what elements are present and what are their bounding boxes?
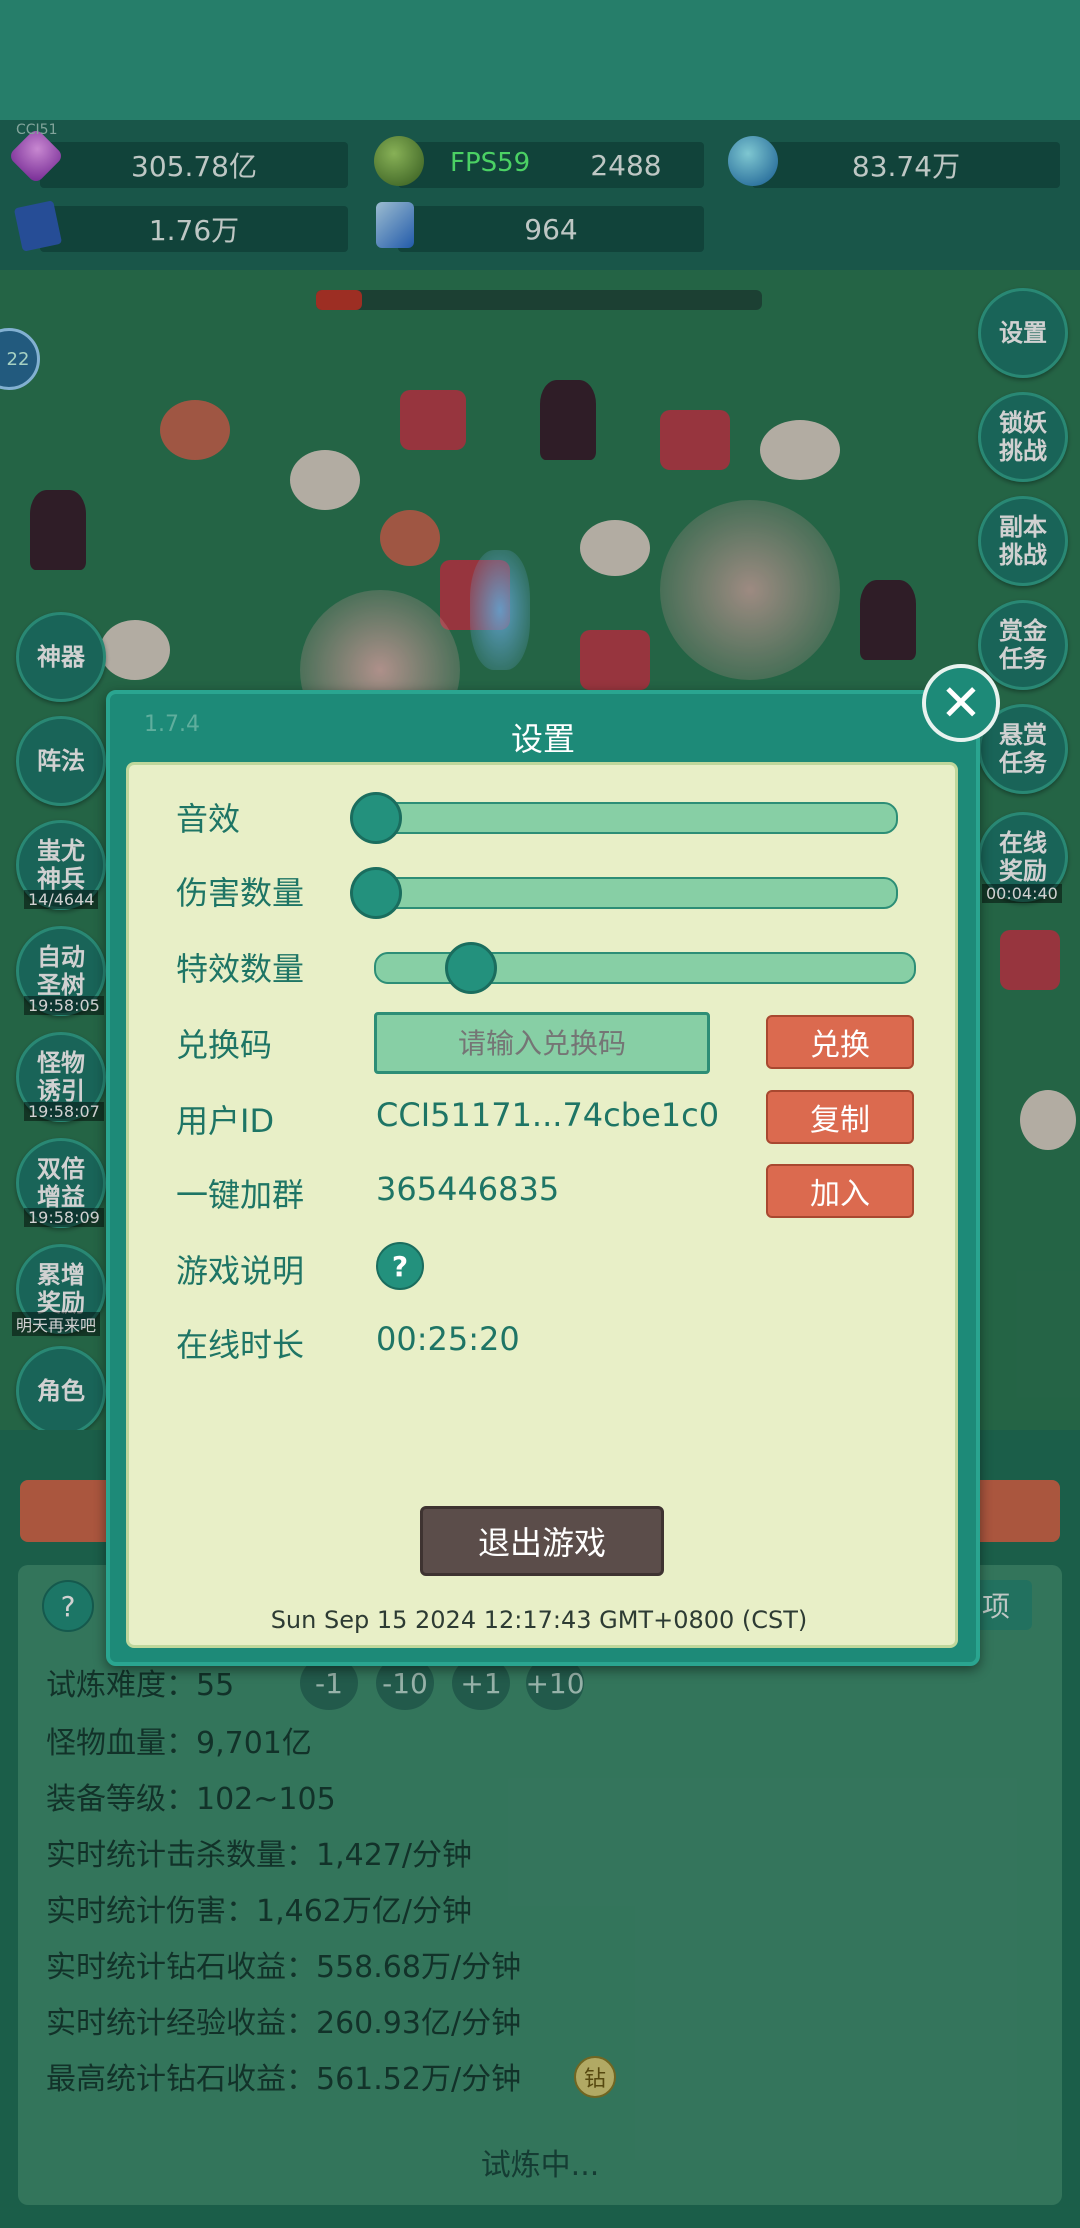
question-icon[interactable]: ? <box>376 1242 424 1290</box>
join-group-label: 一键加群 <box>176 1176 305 1214</box>
damage-count-slider[interactable] <box>350 867 898 919</box>
datetime-label: Sun Sep 15 2024 12:17:43 GMT+0800 (CST) <box>270 1606 808 1634</box>
damage-count-label: 伤害数量 <box>176 874 305 912</box>
online-time-value: 00:25:20 <box>376 1320 520 1358</box>
copy-button[interactable]: 复制 <box>766 1090 914 1144</box>
group-number-value: 365446835 <box>376 1170 560 1208</box>
effects-count-slider-knob[interactable] <box>445 942 498 994</box>
game-guide-label: 游戏说明 <box>176 1252 305 1290</box>
sound-slider[interactable] <box>350 792 898 844</box>
redeem-code-input[interactable] <box>374 1012 710 1074</box>
effects-count-label: 特效数量 <box>176 950 305 988</box>
redeem-code-label: 兑换码 <box>176 1026 273 1064</box>
exit-game-button[interactable]: 退出游戏 <box>420 1506 664 1576</box>
join-button[interactable]: 加入 <box>766 1164 914 1218</box>
online-time-label: 在线时长 <box>176 1326 305 1364</box>
effects-count-slider[interactable] <box>374 942 916 994</box>
user-id-label: 用户ID <box>176 1102 275 1140</box>
user-id-value: CCI51171...74cbe1c0 <box>376 1096 720 1134</box>
close-icon[interactable]: ✕ <box>922 664 1000 742</box>
sound-label: 音效 <box>176 800 241 838</box>
dialog-title: 设置 <box>510 720 575 758</box>
sound-slider-knob[interactable] <box>350 792 402 844</box>
redeem-button[interactable]: 兑换 <box>766 1015 914 1069</box>
damage-count-slider-knob[interactable] <box>350 867 402 919</box>
